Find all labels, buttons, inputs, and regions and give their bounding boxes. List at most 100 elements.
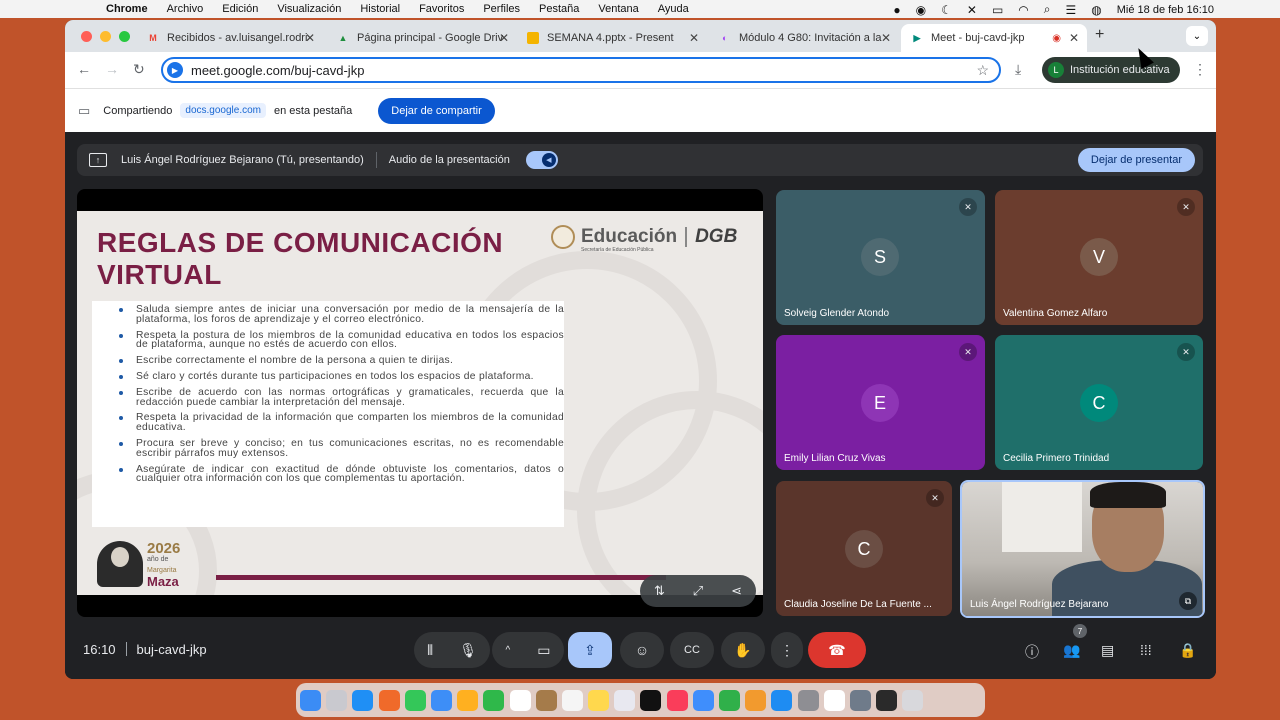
bookmark-star-icon[interactable]: ☆ — [976, 62, 989, 79]
calendar-icon[interactable] — [509, 689, 531, 711]
stop-sharing-button[interactable]: Dejar de compartir — [378, 97, 495, 124]
notes-icon[interactable] — [588, 689, 610, 711]
tab-meet[interactable]: ▶ Meet - buj-cavd-jkp ◉ ✕ — [901, 24, 1087, 52]
avatar: C — [1080, 384, 1118, 422]
back-icon[interactable]: ← — [77, 61, 91, 77]
menu-favoritos[interactable]: Favoritos — [419, 3, 464, 15]
notes-brown-icon[interactable] — [535, 689, 557, 711]
tab-gmail[interactable]: M Recibidos - av.luisangel.rodri ✕ — [137, 24, 323, 52]
profile-button[interactable]: L Institución educativa — [1042, 57, 1180, 83]
wifi-icon[interactable]: ◠ — [1018, 3, 1028, 17]
menu-ventana[interactable]: Ventana — [598, 3, 638, 15]
reminders-icon[interactable] — [561, 689, 583, 711]
participant-tile[interactable]: V ✕ Valentina Gomez Alfaro — [995, 190, 1203, 325]
raise-hand-button[interactable]: ✋ — [721, 632, 765, 668]
stop-presenting-button[interactable]: Dejar de presentar — [1077, 148, 1195, 172]
participant-tile[interactable]: C ✕ Cecilia Primero Trinidad — [995, 335, 1203, 470]
chat-icon[interactable]: ▤ — [1101, 642, 1114, 659]
tab-classroom[interactable]: ◐ Módulo 4 G80: Invitación a la ✕ — [709, 24, 899, 52]
messages-icon[interactable] — [404, 689, 426, 711]
safari-icon[interactable] — [352, 689, 374, 711]
more-options-button[interactable]: ⋮ — [771, 632, 803, 668]
close-tab-icon[interactable]: ✕ — [1069, 31, 1079, 45]
numbers-icon[interactable] — [719, 689, 740, 711]
menu-app-name[interactable]: Chrome — [106, 3, 148, 15]
tab-drive[interactable]: ▲ Página principal - Google Driv ✕ — [327, 24, 517, 52]
self-view-tile[interactable]: Luis Ángel Rodríguez Bejarano ⧉ — [960, 480, 1205, 618]
preview-icon[interactable] — [849, 689, 871, 711]
facetime-icon[interactable] — [483, 689, 505, 711]
launchpad-icon[interactable] — [326, 689, 348, 711]
new-tab-icon[interactable]: + — [1095, 26, 1104, 44]
host-controls-icon[interactable]: 🔒 — [1179, 642, 1196, 659]
menubar-status-area: ● ◉ ☾ ✕ ▭ ◠ ⌕ ☰ ◍ Mié 18 de feb 16:10 — [893, 2, 1214, 17]
camera-icon[interactable]: ▭ — [537, 642, 550, 659]
pages-icon[interactable] — [745, 689, 767, 711]
record-icon[interactable]: ● — [893, 3, 900, 17]
settings-icon[interactable] — [797, 689, 819, 711]
participant-tile[interactable]: C ✕ Claudia Joseline De La Fuente ... — [776, 481, 952, 616]
moon-icon[interactable]: ☾ — [941, 3, 952, 17]
accessibility-icon[interactable]: ◉ — [916, 3, 926, 17]
minimize-window-button[interactable] — [100, 31, 111, 42]
leave-call-button[interactable]: ☎ — [808, 632, 866, 668]
microphone-icon[interactable]: 🎙 — [459, 642, 477, 659]
activities-icon[interactable]: ⁞⁞⁞ — [1140, 642, 1152, 658]
chrome-icon[interactable] — [823, 689, 845, 711]
menubar-clock[interactable]: Mié 18 de feb 16:10 — [1117, 4, 1214, 16]
menu-historial[interactable]: Historial — [360, 3, 400, 15]
site-info-icon[interactable]: ▶ — [167, 62, 183, 78]
menu-perfiles[interactable]: Perfiles — [483, 3, 520, 15]
siri-icon[interactable]: ◍ — [1091, 3, 1101, 17]
fullscreen-icon[interactable]: ⤢ — [693, 583, 703, 599]
keynote-icon[interactable] — [692, 689, 714, 711]
crop-icon[interactable]: ⧉ — [1179, 592, 1197, 610]
bluetooth-off-icon[interactable]: ✕ — [967, 3, 977, 17]
battery-icon[interactable]: ▭ — [992, 3, 1003, 17]
menu-pestana[interactable]: Pestaña — [539, 3, 579, 15]
mail-icon[interactable] — [430, 689, 452, 711]
close-tab-icon[interactable]: ✕ — [881, 31, 891, 45]
window-app-icon[interactable] — [876, 689, 898, 711]
freeform-icon[interactable] — [614, 689, 636, 711]
chrome-menu-icon[interactable]: ⋮ — [1193, 61, 1207, 78]
close-tab-icon[interactable]: ✕ — [689, 31, 699, 45]
music-icon[interactable] — [666, 689, 688, 711]
photos-icon[interactable] — [457, 689, 479, 711]
close-tab-icon[interactable]: ✕ — [305, 31, 315, 45]
menu-archivo[interactable]: Archivo — [167, 3, 204, 15]
url-text[interactable]: meet.google.com/buj-cavd-jkp — [191, 63, 364, 78]
zoom-window-button[interactable] — [119, 31, 130, 42]
trash-icon[interactable] — [902, 689, 924, 711]
participant-name: Emily Lilian Cruz Vivas — [784, 453, 886, 464]
captions-button[interactable]: CC — [670, 632, 714, 668]
tab-search-chevron-icon[interactable]: ⌄ — [1186, 26, 1208, 46]
participant-tile[interactable]: E ✕ Emily Lilian Cruz Vivas — [776, 335, 985, 470]
participant-tile[interactable]: S ✕ Solveig Glender Atondo — [776, 190, 985, 325]
presentation-audio-toggle[interactable]: ◀ — [525, 151, 558, 169]
menu-ayuda[interactable]: Ayuda — [658, 3, 689, 15]
finder-icon[interactable] — [300, 689, 321, 711]
present-button[interactable]: ⇪ — [568, 632, 612, 668]
control-center-icon[interactable]: ☰ — [1066, 3, 1077, 17]
info-icon[interactable]: ⓘ — [1025, 642, 1039, 662]
mic-muted-icon: ✕ — [1177, 343, 1195, 361]
appletv-icon[interactable] — [640, 689, 662, 711]
menu-edicion[interactable]: Edición — [222, 3, 258, 15]
reactions-button[interactable]: ☺ — [620, 632, 664, 668]
swap-icon[interactable]: ⇅ — [654, 583, 665, 599]
people-icon[interactable]: 👥 — [1063, 642, 1080, 659]
menu-visualizacion[interactable]: Visualización — [277, 3, 341, 15]
download-icon[interactable]: ⤓ — [1015, 61, 1021, 78]
close-tab-icon[interactable]: ✕ — [499, 31, 509, 45]
forward-icon[interactable]: → — [105, 61, 119, 77]
close-window-button[interactable] — [81, 31, 92, 42]
reload-icon[interactable]: ↻ — [133, 61, 145, 78]
share-icon[interactable]: ⋖ — [731, 583, 742, 599]
firefox-icon[interactable] — [378, 689, 400, 711]
appstore-icon[interactable] — [771, 689, 793, 711]
camera-options-chevron-icon[interactable]: ^ — [506, 645, 511, 656]
address-bar[interactable]: ▶ meet.google.com/buj-cavd-jkp ☆ — [161, 57, 1001, 83]
tab-slides[interactable]: SEMANA 4.pptx - Present ✕ — [517, 24, 707, 52]
search-icon[interactable]: ⌕ — [1044, 2, 1051, 17]
